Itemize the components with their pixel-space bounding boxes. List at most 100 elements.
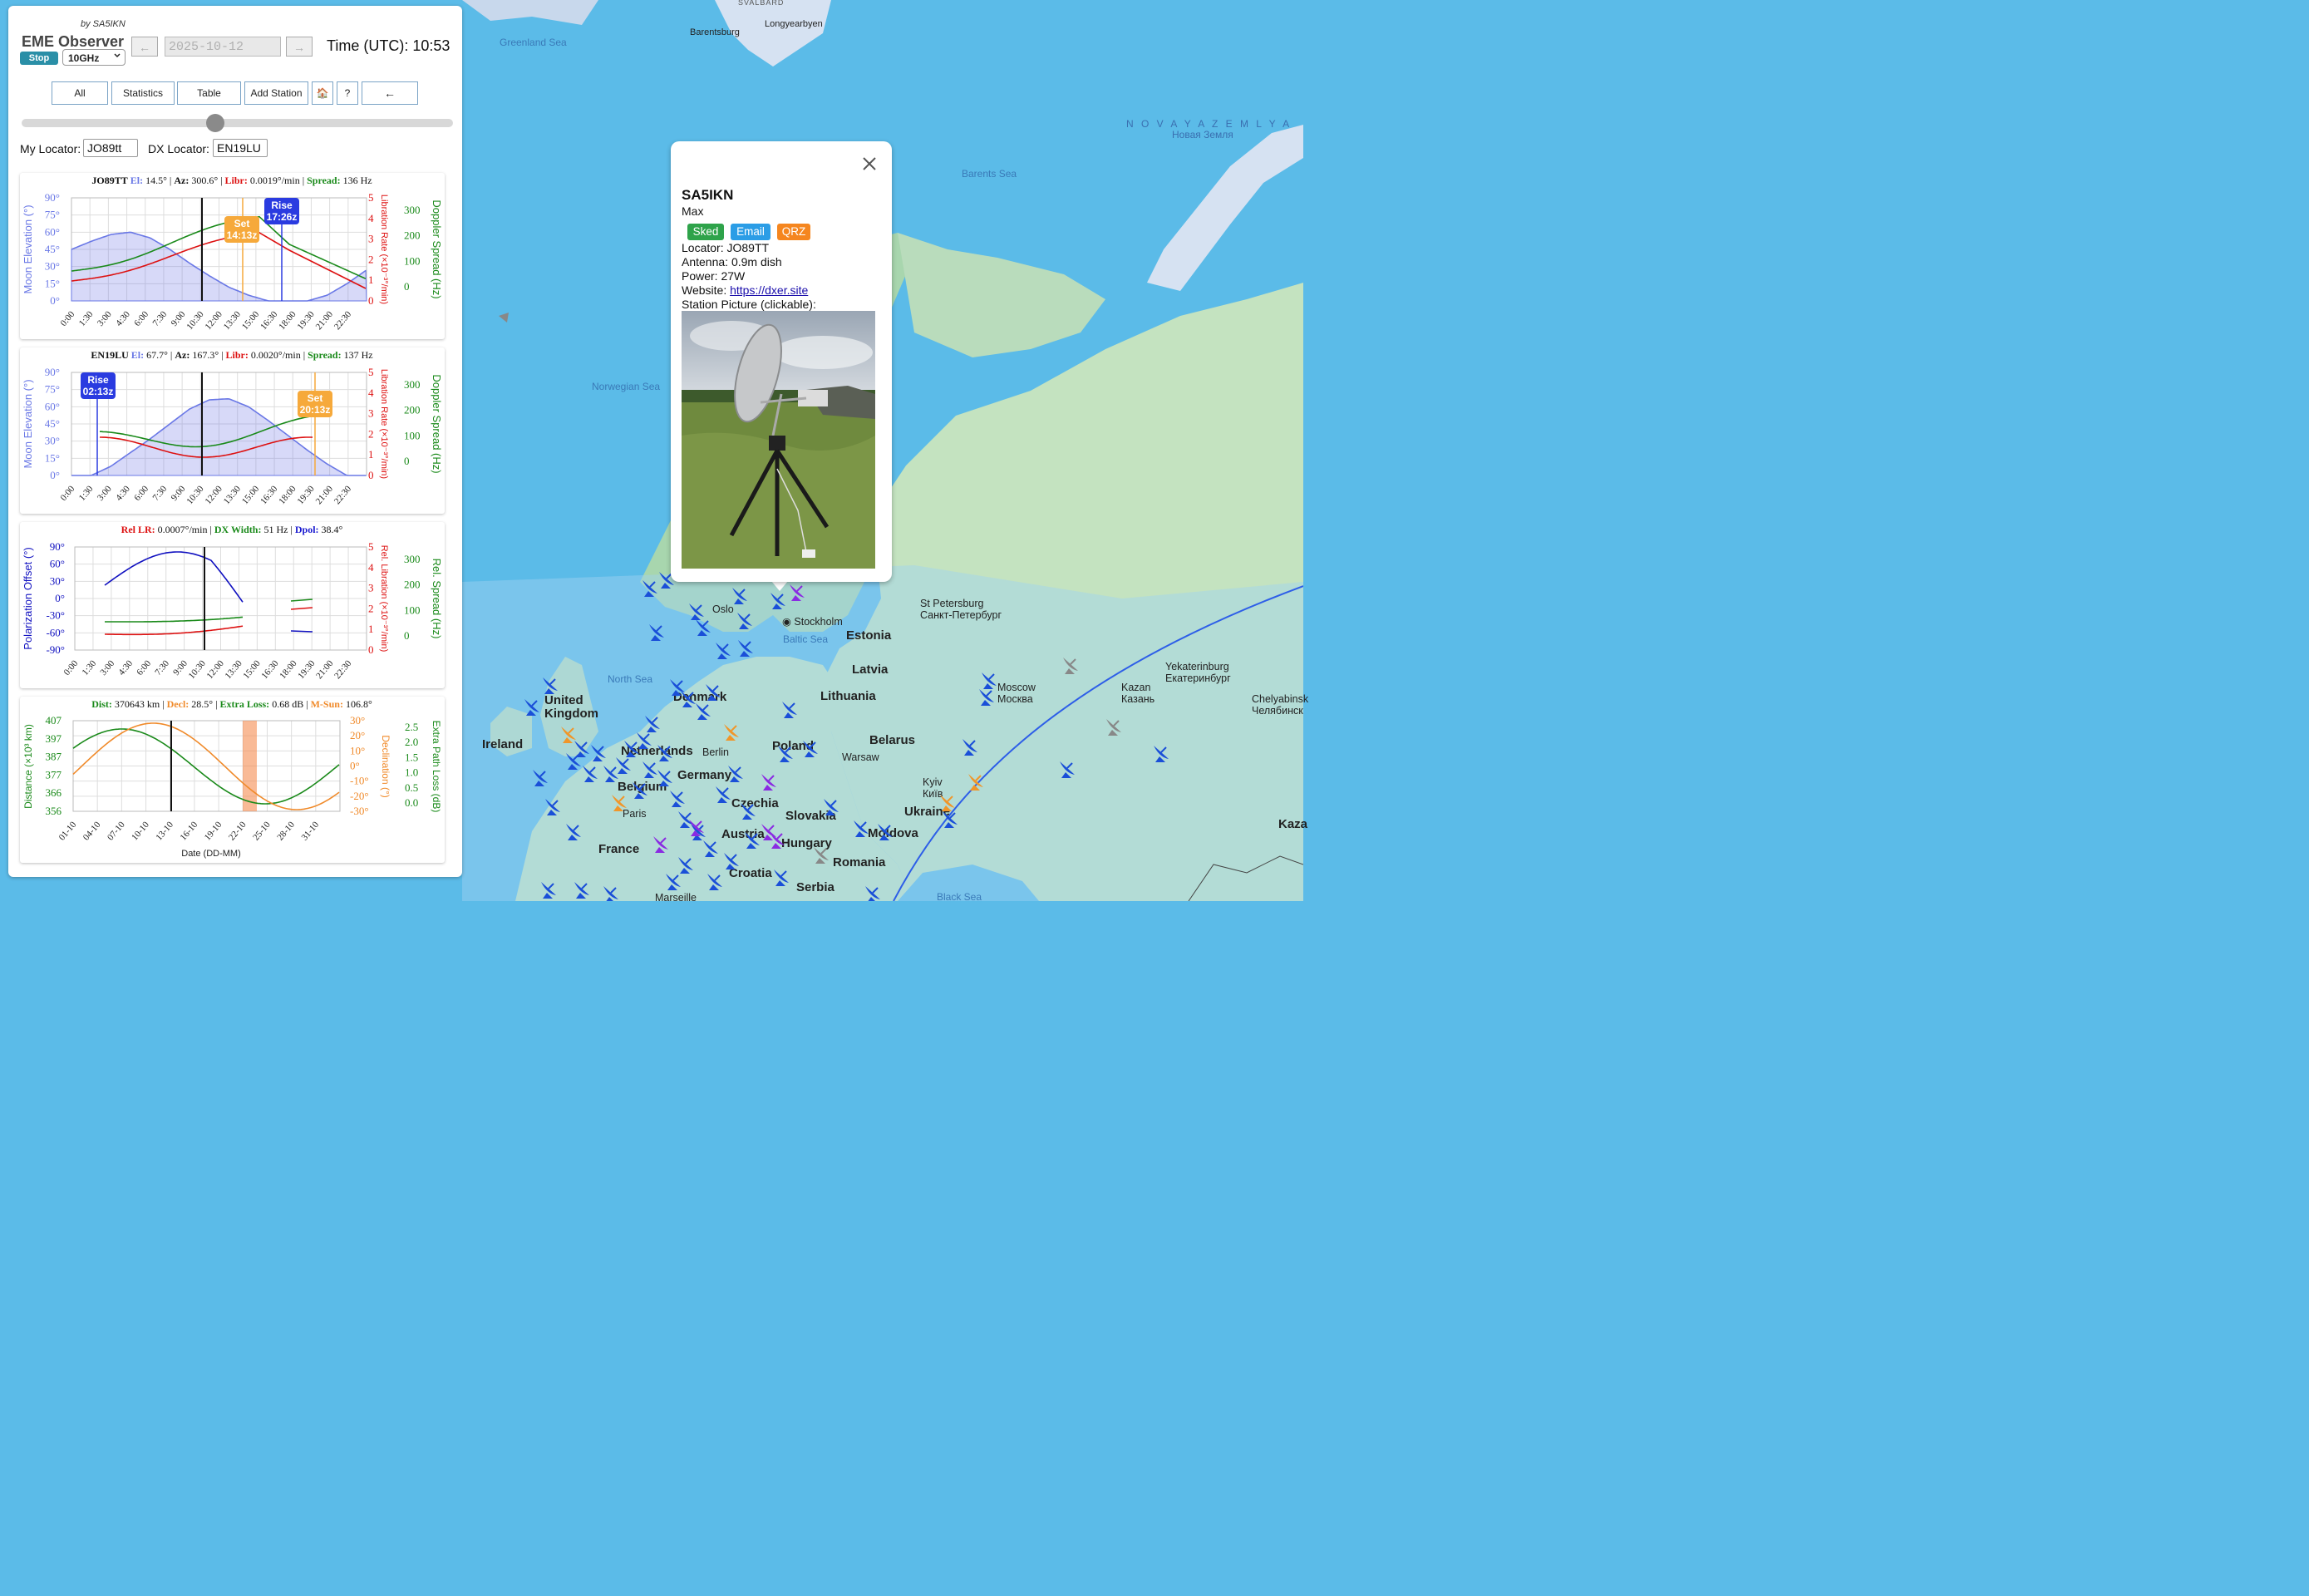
satellite-dish-icon[interactable]: [591, 745, 606, 761]
satellite-dish-icon[interactable]: [666, 874, 681, 890]
satellite-dish-icon[interactable]: [657, 770, 672, 786]
satellite-dish-icon[interactable]: [574, 882, 589, 899]
satellite-dish-icon[interactable]: [561, 727, 576, 743]
satellite-dish-icon[interactable]: [738, 640, 753, 657]
prev-day-button[interactable]: ←: [131, 37, 158, 57]
satellite-dish-icon[interactable]: [703, 840, 718, 857]
satellite-dish-icon[interactable]: [982, 672, 997, 689]
satellite-dish-icon[interactable]: [1106, 719, 1121, 736]
back-button[interactable]: ←: [362, 81, 418, 105]
dx-locator-input[interactable]: EN19LU: [213, 139, 268, 157]
satellite-dish-icon[interactable]: [524, 699, 539, 716]
satellite-dish-icon[interactable]: [533, 770, 548, 786]
satellite-dish-icon[interactable]: [728, 766, 743, 782]
elev-tick: 45°: [45, 417, 60, 430]
satellite-dish-icon[interactable]: [745, 832, 760, 849]
satellite-dish-icon[interactable]: [657, 745, 672, 761]
date-input[interactable]: 2025-10-12: [165, 37, 281, 57]
satellite-dish-icon[interactable]: [814, 847, 829, 864]
satellite-dish-icon[interactable]: [541, 882, 556, 899]
satellite-dish-icon[interactable]: [940, 795, 955, 811]
satellite-dish-icon[interactable]: [706, 684, 721, 701]
satellite-dish-icon[interactable]: [724, 853, 739, 869]
satellite-dish-icon[interactable]: [962, 739, 977, 756]
satellite-dish-icon[interactable]: [782, 702, 797, 718]
satellite-dish-icon[interactable]: [543, 677, 558, 694]
satellite-dish-icon[interactable]: [566, 824, 581, 840]
sked-button[interactable]: Sked: [687, 224, 724, 240]
home-button[interactable]: 🏠: [312, 81, 333, 105]
qrz-button[interactable]: QRZ: [777, 224, 810, 240]
satellite-dish-icon[interactable]: [691, 824, 706, 840]
satellite-dish-icon[interactable]: [574, 741, 589, 757]
satellite-dish-icon[interactable]: [968, 774, 983, 791]
station-photo[interactable]: [682, 311, 875, 569]
next-day-button[interactable]: →: [286, 37, 313, 57]
satellite-dish-icon[interactable]: [737, 613, 752, 629]
libr-tick: 4: [368, 561, 374, 574]
elev-tick: 0°: [50, 469, 60, 481]
satellite-dish-icon[interactable]: [979, 689, 994, 706]
satellite-dish-icon[interactable]: [645, 716, 660, 732]
email-button[interactable]: Email: [731, 224, 770, 240]
satellite-dish-icon[interactable]: [854, 820, 869, 837]
satellite-dish-icon[interactable]: [616, 757, 631, 774]
satellite-dish-icon[interactable]: [1063, 658, 1078, 674]
satellite-dish-icon[interactable]: [696, 619, 711, 636]
time-slider[interactable]: [22, 119, 453, 127]
satellite-dish-icon[interactable]: [670, 791, 685, 807]
x-tick-label: 3:00: [98, 658, 116, 677]
satellite-dish-icon[interactable]: [716, 643, 731, 659]
satellite-dish-icon[interactable]: [724, 724, 739, 741]
satellite-dish-icon[interactable]: [678, 811, 693, 828]
satellite-dish-icon[interactable]: [716, 786, 731, 803]
satellite-dish-icon[interactable]: [678, 857, 693, 874]
satellite-dish-icon[interactable]: [778, 746, 793, 762]
satellite-dish-icon[interactable]: [803, 741, 818, 757]
satellite-dish-icon[interactable]: [653, 836, 668, 853]
satellite-dish-icon[interactable]: [696, 703, 711, 720]
stop-button[interactable]: Stop: [20, 52, 58, 65]
satellite-dish-icon[interactable]: [790, 584, 805, 601]
satellite-dish-icon[interactable]: [583, 766, 598, 782]
x-tick-label: 7:30: [150, 309, 169, 328]
statistics-button[interactable]: Statistics: [111, 81, 175, 105]
satellite-dish-icon[interactable]: [741, 803, 756, 820]
chart-header-part-0: Dist:: [91, 698, 115, 710]
all-button[interactable]: All: [52, 81, 108, 105]
satellite-dish-icon[interactable]: [649, 624, 664, 641]
close-icon[interactable]: [861, 155, 878, 172]
satellite-dish-icon[interactable]: [707, 874, 722, 890]
satellite-dish-icon[interactable]: [637, 732, 652, 749]
satellite-dish-icon[interactable]: [603, 766, 618, 782]
app-title: EME Observer: [22, 33, 125, 50]
my-locator-input[interactable]: JO89tt: [83, 139, 138, 157]
satellite-dish-icon[interactable]: [770, 593, 785, 609]
satellite-dish-icon[interactable]: [865, 886, 880, 901]
website-link[interactable]: https://dxer.site: [730, 283, 808, 297]
satellite-dish-icon[interactable]: [689, 603, 704, 620]
chart-header-part-12: 136 Hz: [343, 175, 372, 186]
satellite-dish-icon[interactable]: [878, 824, 893, 840]
satellite-dish-icon[interactable]: [1154, 746, 1169, 762]
satellite-dish-icon[interactable]: [732, 588, 747, 604]
satellite-dish-icon[interactable]: [681, 691, 696, 707]
satellite-dish-icon[interactable]: [545, 799, 560, 815]
satellite-dish-icon[interactable]: [1060, 761, 1075, 778]
satellite-dish-icon[interactable]: [642, 761, 657, 778]
satellite-dish-icon[interactable]: [761, 774, 776, 791]
libr-tick: 5: [368, 366, 374, 378]
band-select[interactable]: 10GHz: [62, 49, 126, 66]
satellite-dish-icon[interactable]: [612, 795, 627, 811]
satellite-dish-icon[interactable]: [603, 886, 618, 901]
satellite-dish-icon[interactable]: [824, 799, 839, 815]
satellite-dish-icon[interactable]: [642, 580, 657, 597]
satellite-dish-icon[interactable]: [624, 741, 639, 757]
help-button[interactable]: ?: [337, 81, 358, 105]
satellite-dish-icon[interactable]: [943, 811, 958, 828]
table-button[interactable]: Table: [177, 81, 241, 105]
add-station-button[interactable]: Add Station: [244, 81, 308, 105]
time-slider-handle[interactable]: [206, 114, 224, 132]
satellite-dish-icon[interactable]: [633, 782, 647, 799]
satellite-dish-icon[interactable]: [774, 869, 789, 886]
